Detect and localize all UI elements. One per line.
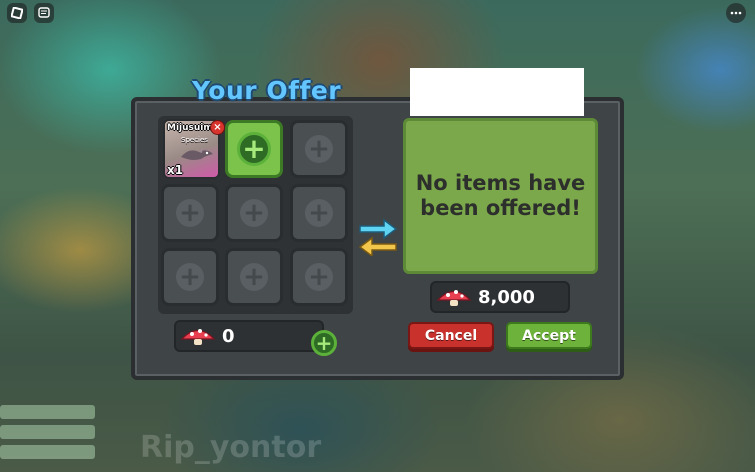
empty-offer-slot[interactable]: + [290,120,348,178]
plus-icon: + [305,199,333,227]
empty-offer-slot[interactable]: + [290,248,348,306]
accept-button[interactable]: Accept [506,322,592,349]
item-quantity: x1 [167,163,184,177]
item-name: Mijusuim [167,123,213,133]
empty-offer-slot[interactable]: + [161,184,219,242]
no-items-line-2: been offered! [420,196,581,220]
background-player-name: Rip_yontor [140,430,322,465]
no-items-line-1: No items have [415,170,586,195]
cancel-button[interactable]: Cancel [408,322,494,349]
swap-arrows-icon [358,218,398,256]
their-currency-amount: 8,000 [478,286,535,308]
background-stripe [0,425,95,439]
my-currency-amount: 0 [222,325,235,347]
mushroom-currency-icon [436,290,472,306]
item-subtitle: Species [181,136,208,144]
add-currency-button[interactable]: + [311,330,337,356]
other-player-name-box [410,68,584,116]
plus-icon: + [240,263,268,291]
chat-icon[interactable] [34,3,54,23]
more-menu-icon[interactable] [726,3,746,23]
empty-offer-slot[interactable]: + [290,184,348,242]
roblox-logo-icon[interactable] [7,3,27,23]
remove-item-icon[interactable]: × [210,120,225,135]
empty-offer-slot[interactable]: + [225,184,283,242]
plus-icon: + [237,132,271,166]
creature-icon [181,147,213,160]
add-item-slot[interactable]: + [225,120,283,178]
background-stripe [0,405,95,419]
plus-icon: + [305,263,333,291]
plus-icon: + [305,135,333,163]
mushroom-currency-icon [180,329,216,345]
background-stripe [0,445,95,459]
empty-offer-slot[interactable]: + [225,248,283,306]
my-currency-display[interactable]: 0 [174,320,324,352]
plus-icon: + [240,199,268,227]
your-offer-title: Your Offer [192,76,342,105]
plus-icon: + [176,263,204,291]
plus-icon: + [176,199,204,227]
their-offer-panel: No items have been offered! [403,118,598,274]
empty-offer-slot[interactable]: + [161,248,219,306]
no-items-message: No items have been offered! [416,171,586,221]
their-currency-display: 8,000 [430,281,570,313]
